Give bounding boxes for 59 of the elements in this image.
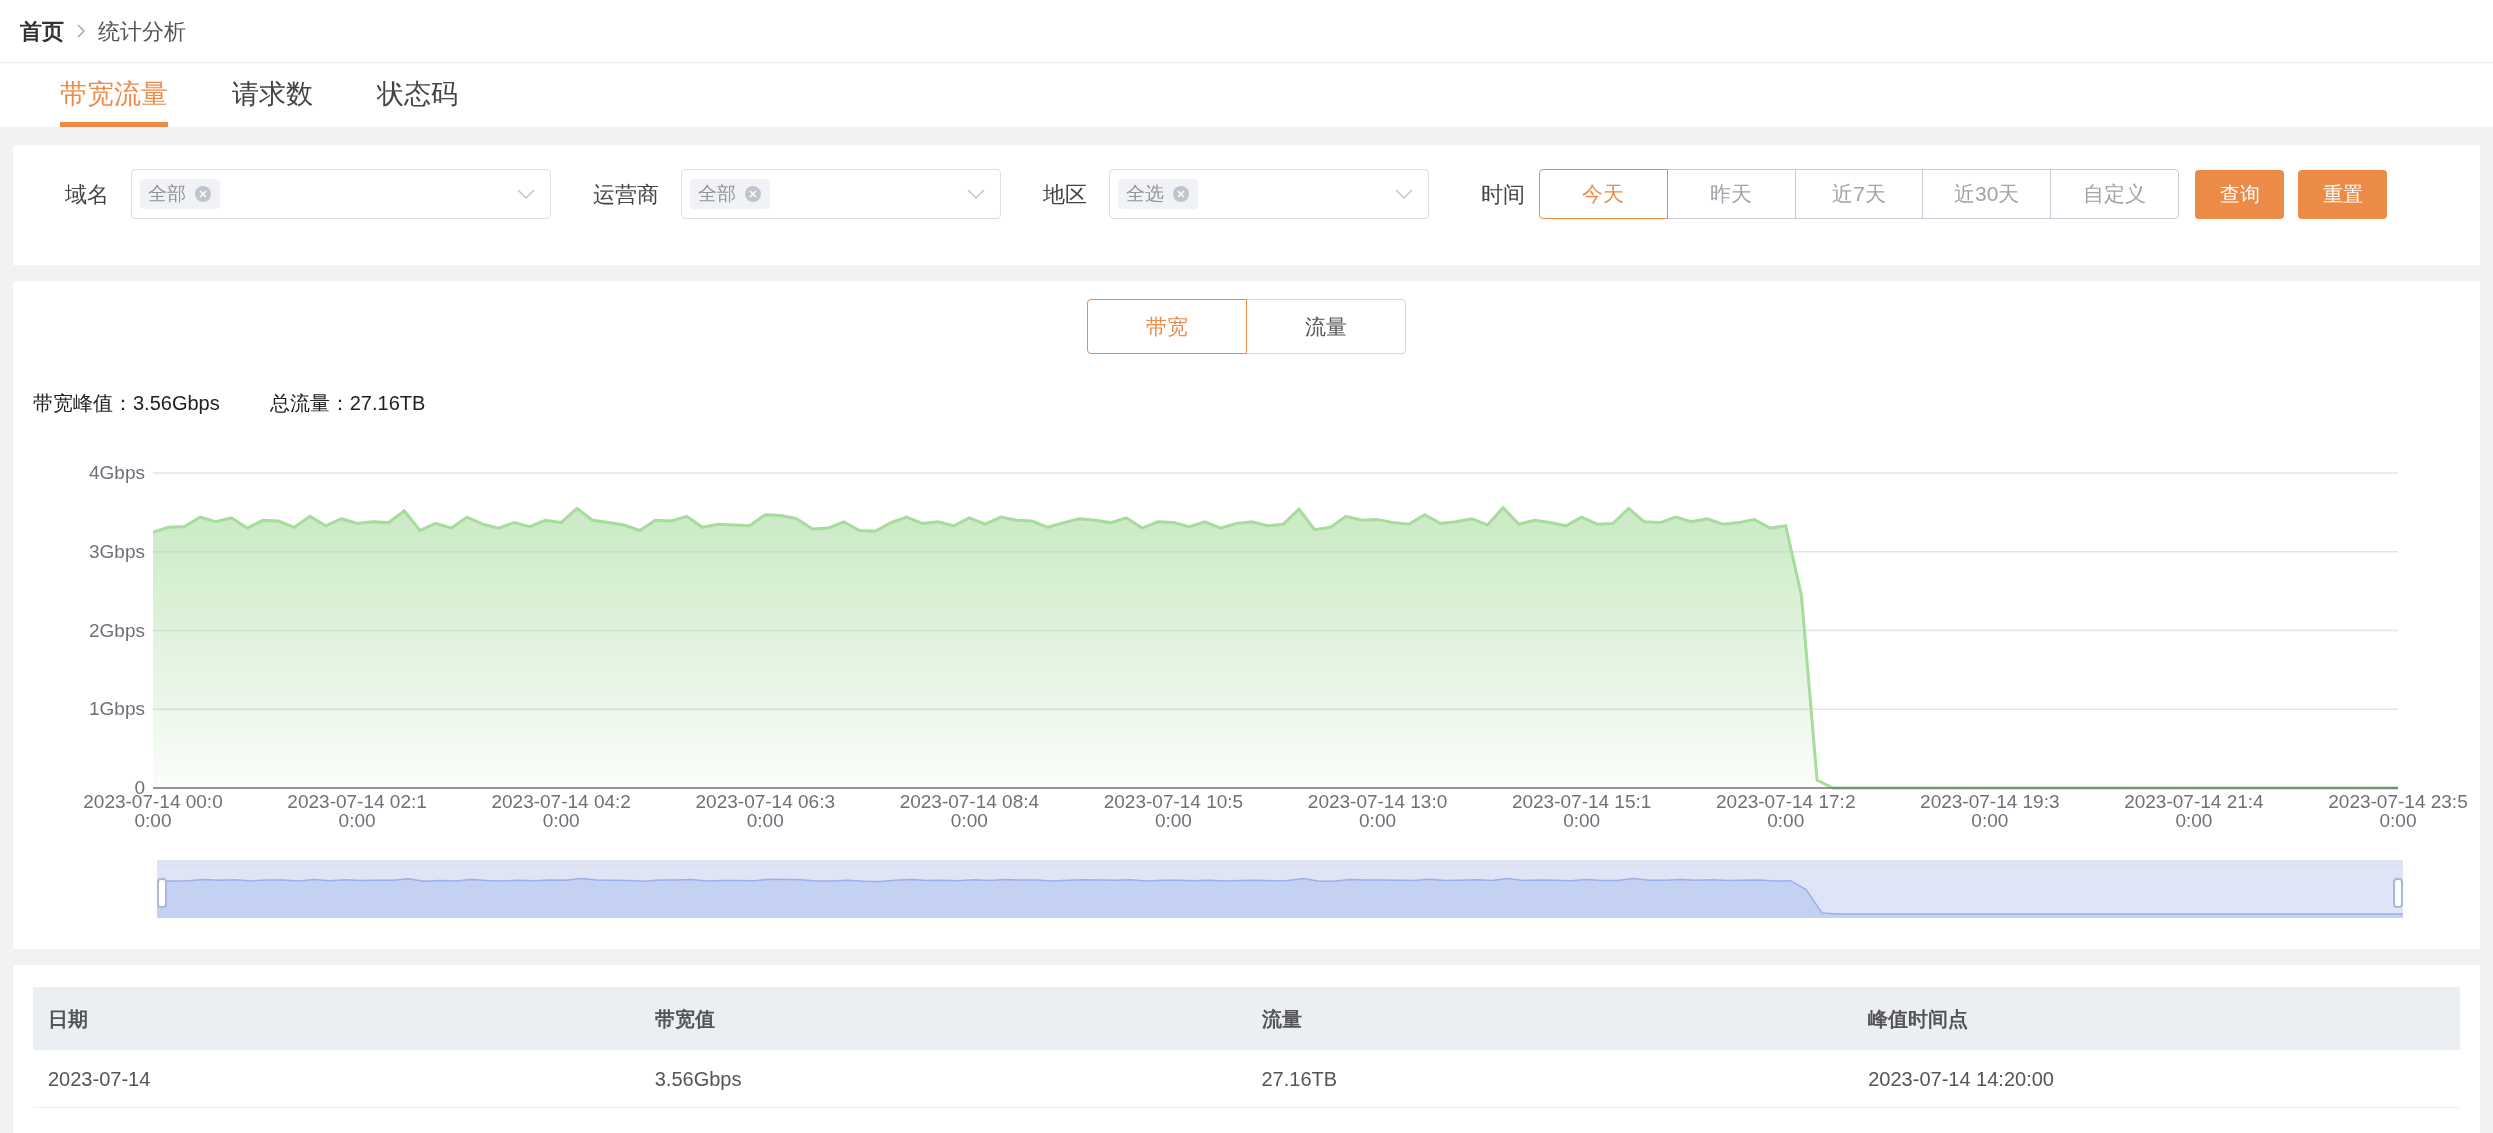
table-cell-text: 2023-07-14 14:20:00 xyxy=(1867,1066,2055,1092)
x-axis-label: 2023-07-14 19:30:00 xyxy=(1920,791,2060,831)
time-range-button[interactable]: 今天 xyxy=(1539,169,1668,219)
breadcrumb-item[interactable]: 首页 xyxy=(20,14,64,48)
chevron-right-icon xyxy=(76,23,86,39)
x-axis-label: 2023-07-14 08:40:00 xyxy=(899,791,1040,831)
slider-handle[interactable] xyxy=(157,878,167,908)
select-field[interactable]: 全部 xyxy=(681,169,1001,219)
metric-toggle-button[interactable]: 带宽 xyxy=(1087,299,1247,354)
time-range-button[interactable]: 昨天 xyxy=(1666,169,1796,219)
y-axis-label: 3Gbps xyxy=(89,540,145,562)
y-axis-label: 1Gbps xyxy=(89,698,145,720)
action-button[interactable]: 重置 xyxy=(2298,169,2387,219)
filter-label: 地区 xyxy=(1043,180,1087,209)
y-axis-label: 4Gbps xyxy=(89,462,145,483)
close-icon[interactable] xyxy=(744,185,762,203)
x-axis-label: 2023-07-14 06:30:00 xyxy=(695,791,835,831)
time-range-button[interactable]: 近7天 xyxy=(1794,169,1924,219)
chevron-down-icon xyxy=(516,188,536,200)
x-axis-label: 2023-07-14 04:20:00 xyxy=(491,791,631,831)
x-axis-label: 2023-07-14 23:50:00 xyxy=(2328,791,2468,831)
zoom-slider-window[interactable] xyxy=(157,860,2403,918)
tab[interactable]: 状态码 xyxy=(377,73,458,127)
tab[interactable]: 带宽流量 xyxy=(60,73,168,127)
chevron-down-icon xyxy=(966,188,986,200)
x-axis-label: 2023-07-14 13:00:00 xyxy=(1307,791,1448,831)
x-axis-label: 2023-07-14 10:50:00 xyxy=(1103,791,1244,831)
x-axis-label: 2023-07-14 17:20:00 xyxy=(1716,791,1856,831)
column-header: 日期 xyxy=(47,1006,89,1032)
x-axis-label: 2023-07-14 21:40:00 xyxy=(2124,791,2264,831)
time-range-button[interactable]: 自定义 xyxy=(2050,169,2179,219)
close-icon[interactable] xyxy=(194,185,212,203)
metric-toggle-button[interactable]: 流量 xyxy=(1246,299,1406,354)
breadcrumb-item: 统计分析 xyxy=(98,17,186,46)
table-cell-text: 27.16TB xyxy=(1260,1066,1339,1092)
select-field[interactable]: 全选 xyxy=(1109,169,1429,219)
x-axis-label: 2023-07-14 02:10:00 xyxy=(287,791,427,831)
summary-stat: 总流量：27.16TB xyxy=(269,391,426,416)
y-axis-label: 2Gbps xyxy=(89,619,145,641)
tag-chip: 全部 xyxy=(690,179,770,209)
filter-label: 运营商 xyxy=(593,180,659,209)
filter-label: 时间 xyxy=(1481,180,1525,209)
action-button[interactable]: 查询 xyxy=(2195,169,2284,219)
close-icon[interactable] xyxy=(1172,185,1190,203)
tag-chip: 全选 xyxy=(1118,179,1198,209)
column-header: 带宽值 xyxy=(653,1006,716,1032)
table-cell-text: 2023-07-14 xyxy=(47,1066,152,1092)
x-axis-label: 2023-07-14 15:10:00 xyxy=(1511,791,1652,831)
column-header: 峰值时间点 xyxy=(1867,1006,1970,1032)
tab[interactable]: 请求数 xyxy=(232,73,313,127)
tag-chip: 全部 xyxy=(140,179,220,209)
filter-label: 域名 xyxy=(65,180,109,209)
chevron-down-icon xyxy=(1394,188,1414,200)
slider-handle[interactable] xyxy=(2393,878,2403,908)
summary-stat: 带宽峰值：3.56Gbps xyxy=(33,391,220,416)
time-range-button[interactable]: 近30天 xyxy=(1922,169,2052,219)
column-header: 流量 xyxy=(1260,1006,1303,1032)
table-cell-text: 3.56Gbps xyxy=(653,1066,743,1092)
select-field[interactable]: 全部 xyxy=(131,169,551,219)
